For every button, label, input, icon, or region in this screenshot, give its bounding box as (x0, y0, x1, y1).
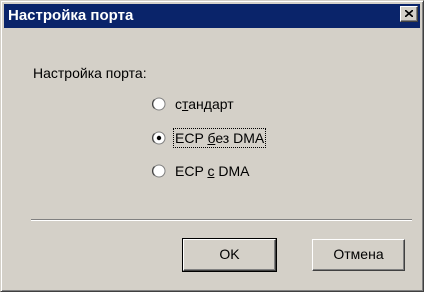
ok-button[interactable]: OK (182, 238, 277, 272)
radio-label-ecp-no-dma[interactable]: ECP без DMA (172, 128, 267, 148)
separator-highlight (31, 220, 412, 221)
port-settings-label: Настройка порта: (33, 65, 147, 81)
title-bar[interactable]: Настройка порта (4, 4, 420, 28)
radio-button-icon[interactable] (152, 97, 166, 111)
radio-label-standard[interactable]: стандарт (174, 95, 235, 113)
close-x-icon (405, 10, 413, 17)
radio-button-selected-icon[interactable] (152, 131, 166, 145)
cancel-button[interactable]: Отмена (312, 239, 405, 271)
window-title: Настройка порта (8, 7, 134, 24)
radio-label-ecp-dma[interactable]: ECP с DMA (174, 162, 250, 180)
radio-button-icon[interactable] (152, 164, 166, 178)
port-settings-dialog: Настройка порта Настройка порта: стандар… (0, 0, 424, 292)
close-button[interactable] (400, 6, 418, 22)
